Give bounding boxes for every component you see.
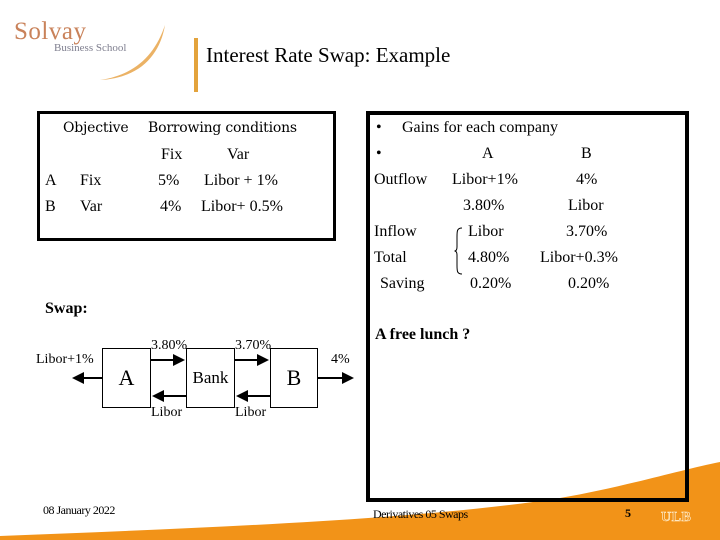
ulb-logo: ULB (661, 510, 692, 526)
node-bank: Bank (186, 348, 235, 408)
flow-label-bank-to-a: Libor (151, 405, 183, 420)
node-label: B (286, 365, 302, 390)
flow-label-b-out: 4% (331, 352, 350, 367)
flow-label-a-to-bank: 3.80% (151, 338, 188, 353)
footer-date: 08 January 2022 (43, 503, 115, 517)
page-number: 5 (625, 506, 631, 520)
swap-arrows (72, 354, 354, 402)
flow-label-b-to-bank: Libor (235, 405, 267, 420)
node-label: A (118, 365, 135, 390)
node-company-b: B (270, 348, 318, 408)
node-company-a: A (102, 348, 151, 408)
footer-course-title: Derivatives 05 Swaps (373, 507, 468, 521)
flow-label-bank-to-b: 3.70% (235, 338, 272, 353)
flow-label-a-out: Libor+1% (36, 352, 94, 367)
node-label: Bank (192, 368, 229, 387)
